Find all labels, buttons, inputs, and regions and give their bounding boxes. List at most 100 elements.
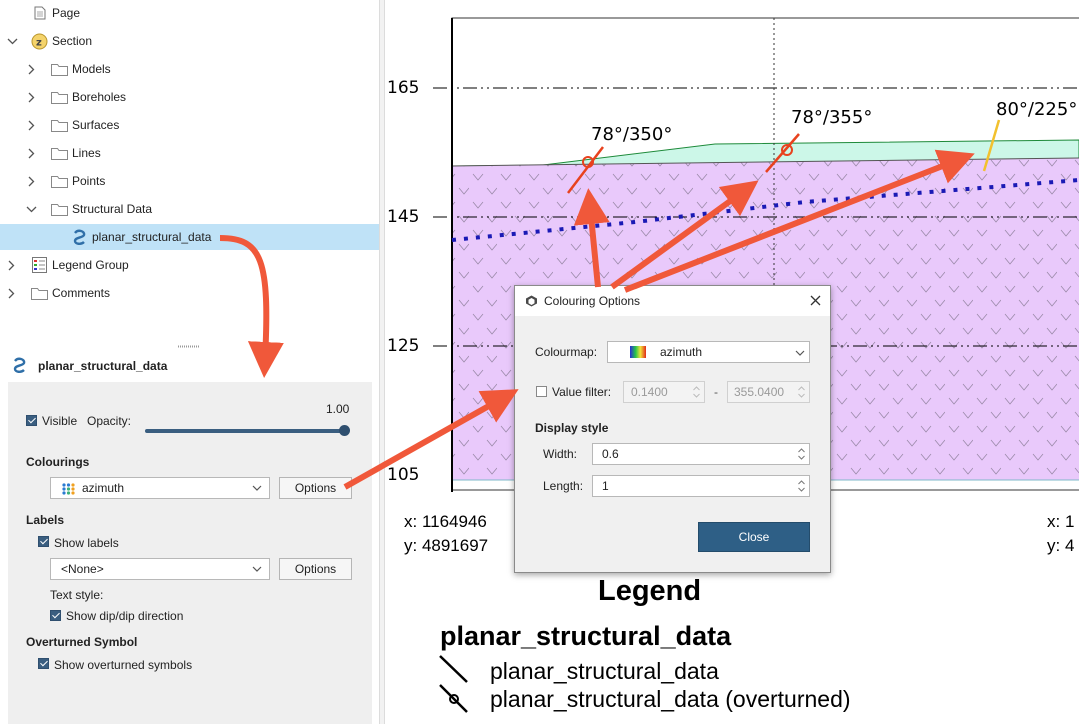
dialog-title: Colouring Options xyxy=(544,294,641,308)
svg-text:z: z xyxy=(36,38,42,49)
colourings-heading: Colourings xyxy=(26,455,90,469)
opacity-slider[interactable] xyxy=(145,425,350,436)
colouring-select[interactable]: azimuth xyxy=(50,477,270,499)
tree-item-label: Boreholes xyxy=(72,90,127,104)
tree-item-boreholes[interactable]: Boreholes xyxy=(0,84,380,110)
length-label: Length: xyxy=(543,479,584,493)
value-filter-label: Value filter: xyxy=(552,385,612,399)
colourmap-gradient-icon xyxy=(630,346,646,358)
chevron-down-icon xyxy=(795,350,805,356)
show-overturned-label: Show overturned symbols xyxy=(54,658,193,672)
colourmap-dots-icon xyxy=(62,483,75,495)
opacity-value: 1.00 xyxy=(326,402,350,416)
tree-item-models[interactable]: Models xyxy=(0,56,380,82)
chevron-down-icon[interactable] xyxy=(26,206,37,213)
length-value: 1 xyxy=(602,479,609,493)
spinner-icon[interactable] xyxy=(798,479,805,493)
labels-heading: Labels xyxy=(26,513,65,527)
text-style-label: Text style: xyxy=(50,588,104,602)
width-value: 0.6 xyxy=(602,447,619,461)
tree-item-surfaces[interactable]: Surfaces xyxy=(0,112,380,138)
label-options-button[interactable]: Options xyxy=(279,558,352,580)
measurement-label: 80°/225° xyxy=(996,99,1078,120)
legend-item: planar_structural_data (overturned) xyxy=(490,686,851,712)
opacity-slider-handle[interactable] xyxy=(339,425,350,436)
folder-icon xyxy=(51,148,68,160)
coordinate-x-right: x: 1 xyxy=(1047,512,1075,531)
filter-min-input[interactable]: 0.1400 xyxy=(623,381,705,403)
chevron-right-icon[interactable] xyxy=(28,64,35,75)
show-dip-label: Show dip/dip direction xyxy=(66,609,184,623)
dialog-titlebar[interactable]: Colouring Options xyxy=(515,286,830,316)
label-select[interactable]: <None> xyxy=(50,558,270,580)
filter-dash: - xyxy=(714,385,718,399)
tree-item-label: Points xyxy=(72,174,106,188)
folder-icon xyxy=(51,120,68,132)
chevron-right-icon[interactable] xyxy=(28,176,35,187)
elevation-label: 105 xyxy=(387,465,420,485)
filter-max-value: 355.0400 xyxy=(734,385,785,399)
tree-item-page[interactable]: Page xyxy=(0,0,380,26)
colourmap-value: azimuth xyxy=(660,345,703,359)
spinner-icon[interactable] xyxy=(798,447,805,461)
colouring-options-button[interactable]: Options xyxy=(279,477,352,499)
tree-item-label: Lines xyxy=(72,146,101,160)
chevron-right-icon[interactable] xyxy=(28,148,35,159)
visible-label: Visible xyxy=(42,414,78,428)
tree-item-section[interactable]: z Section xyxy=(0,28,380,54)
tree-item-planar-structural-data[interactable]: planar_structural_data xyxy=(0,224,380,250)
overturned-symbol-icon xyxy=(439,684,468,713)
legend-item: planar_structural_data xyxy=(490,658,719,684)
properties-title: planar_structural_data xyxy=(38,359,168,373)
filter-min-value: 0.1400 xyxy=(631,385,668,399)
filter-max-input[interactable]: 355.0400 xyxy=(727,381,810,403)
value-filter-checkbox[interactable] xyxy=(536,386,547,397)
close-icon[interactable] xyxy=(810,295,821,306)
colouring-options-dialog: Colouring Options Colourmap: azimuth Val… xyxy=(514,285,831,573)
tree-item-lines[interactable]: Lines xyxy=(0,140,380,166)
elevation-label: 125 xyxy=(387,336,420,356)
chevron-right-icon[interactable] xyxy=(28,92,35,103)
properties-panel: 1.00 Visible Opacity: Colourings azimuth… xyxy=(8,382,372,724)
tree-item-comments[interactable]: Comments xyxy=(0,280,380,306)
chevron-down-icon xyxy=(252,485,262,491)
close-button[interactable]: Close xyxy=(698,522,810,552)
chevron-down-icon xyxy=(252,566,262,572)
chevron-down-icon[interactable] xyxy=(7,38,18,45)
tree-item-label: Page xyxy=(52,6,81,20)
legend-title: Legend xyxy=(598,575,702,607)
chevron-right-icon[interactable] xyxy=(28,120,35,131)
tree-item-label: Section xyxy=(52,34,93,48)
page-icon xyxy=(34,6,46,20)
elevation-label: 165 xyxy=(387,78,420,98)
length-input[interactable]: 1 xyxy=(592,475,810,497)
legend-subtitle: planar_structural_data xyxy=(440,621,732,651)
tree-item-label: Structural Data xyxy=(72,202,153,216)
colourmap-label: Colourmap: xyxy=(535,345,598,359)
spinner-icon[interactable] xyxy=(693,385,700,399)
folder-icon xyxy=(51,176,68,188)
coordinate-y-left: y: 4891697 xyxy=(404,536,489,555)
tree-item-structural-data[interactable]: Structural Data xyxy=(0,196,380,222)
spinner-icon[interactable] xyxy=(798,385,805,399)
splitter-grip-icon[interactable] xyxy=(178,345,200,348)
tree-item-legend-group[interactable]: Legend Group xyxy=(0,252,380,278)
coordinate-x-left: x: 1164946 xyxy=(404,512,487,531)
show-overturned-checkbox[interactable] xyxy=(38,658,49,669)
tree-item-label: Legend Group xyxy=(52,258,129,272)
chevron-right-icon[interactable] xyxy=(8,288,15,299)
show-labels-checkbox[interactable] xyxy=(38,536,49,547)
coordinate-y-right: y: 4 xyxy=(1047,536,1075,555)
width-input[interactable]: 0.6 xyxy=(592,443,810,465)
visible-checkbox[interactable] xyxy=(26,415,37,426)
colouring-select-value: azimuth xyxy=(82,481,125,495)
folder-icon xyxy=(31,288,48,300)
legend-symbols xyxy=(439,655,468,713)
colourmap-select[interactable]: azimuth xyxy=(607,341,810,363)
show-dip-checkbox[interactable] xyxy=(50,610,61,621)
chevron-right-icon[interactable] xyxy=(8,260,15,271)
tree-item-points[interactable]: Points xyxy=(0,168,380,194)
section-icon: z xyxy=(31,33,48,50)
tree-item-label: planar_structural_data xyxy=(92,230,212,244)
tree-item-label: Surfaces xyxy=(72,118,120,132)
